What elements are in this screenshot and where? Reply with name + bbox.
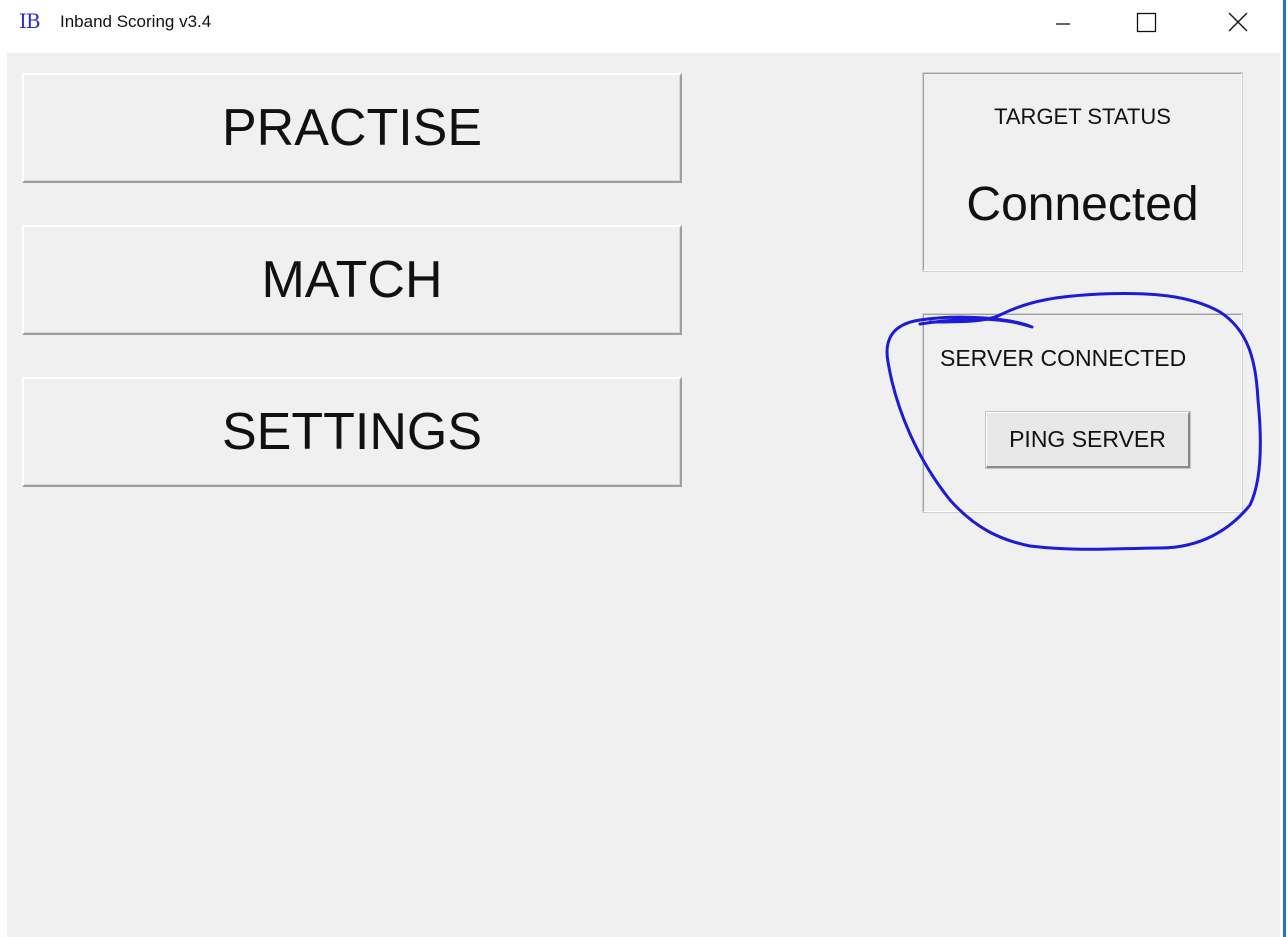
window-title: Inband Scoring v3.4 — [60, 12, 212, 31]
match-button[interactable]: MATCH — [22, 225, 682, 335]
minimize-icon — [1056, 23, 1070, 25]
maximize-button[interactable] — [1124, 0, 1170, 46]
window-edge — [1280, 0, 1288, 937]
ping-server-button[interactable]: PING SERVER — [985, 411, 1191, 469]
title-bar[interactable]: IB Inband Scoring v3.4 — [0, 0, 1280, 46]
target-status-panel: TARGET STATUS Connected — [922, 72, 1243, 272]
minimize-button[interactable] — [1040, 0, 1086, 46]
app-logo-icon: IB — [19, 9, 41, 33]
target-status-label: TARGET STATUS — [994, 104, 1171, 129]
maximize-icon — [1136, 12, 1157, 33]
practise-button[interactable]: PRACTISE — [22, 73, 682, 183]
server-status-panel: SERVER CONNECTED PING SERVER — [922, 313, 1243, 513]
close-button[interactable] — [1214, 0, 1260, 46]
close-icon — [1228, 12, 1248, 32]
server-status-label: SERVER CONNECTED — [940, 345, 1187, 371]
settings-button[interactable]: SETTINGS — [22, 377, 682, 487]
target-status-value: Connected — [966, 178, 1199, 231]
adjacent-window-edge — [1283, 0, 1286, 937]
